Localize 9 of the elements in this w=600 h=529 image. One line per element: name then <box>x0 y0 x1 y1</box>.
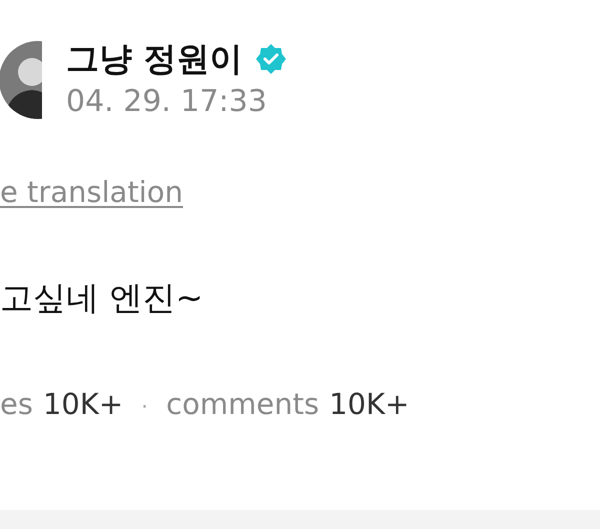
author-name[interactable]: 그냥 정원이 <box>66 39 242 79</box>
separator-dot: · <box>141 394 148 422</box>
stat-label[interactable]: es <box>0 385 33 423</box>
stat-count: 10K+ <box>42 386 124 423</box>
post-timestamp: 04. 29. 17:33 <box>66 83 268 121</box>
stat-label[interactable]: comments <box>166 385 320 423</box>
stat-count: 10K+ <box>329 386 410 423</box>
post-text: 고싶네 엔진~ <box>0 277 204 319</box>
see-translation-link[interactable]: e translation <box>0 173 183 211</box>
